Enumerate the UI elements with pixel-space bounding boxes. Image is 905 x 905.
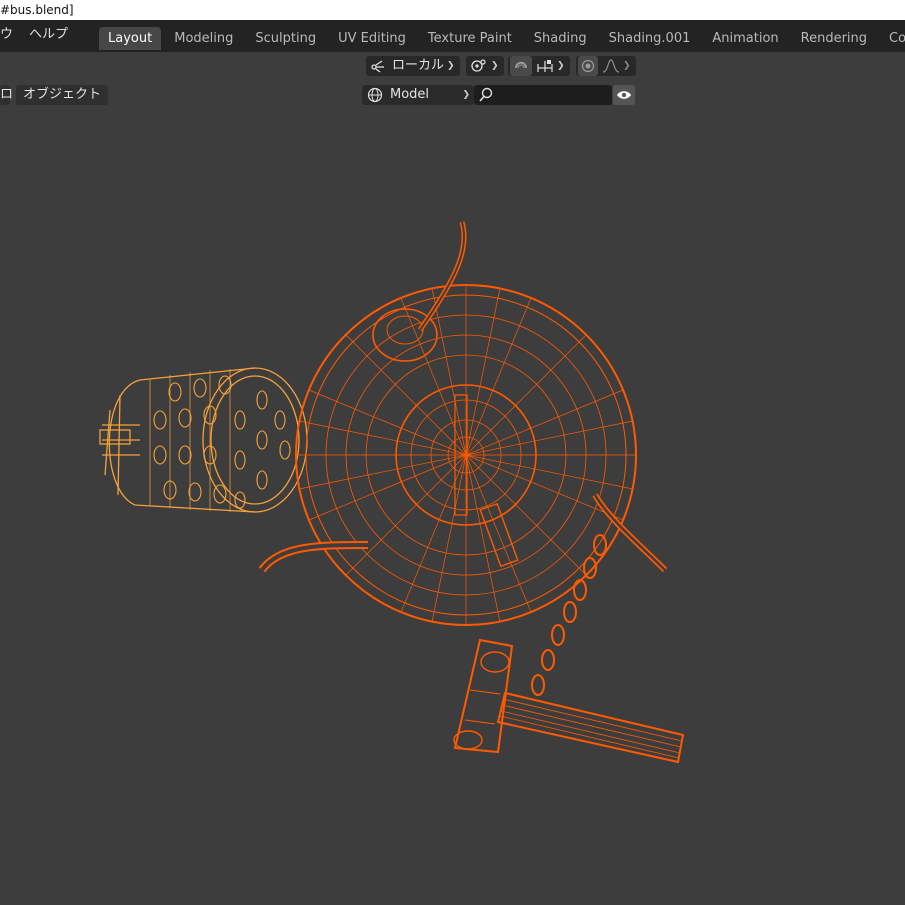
wireframe-scene [99, 221, 685, 764]
tab-rendering[interactable]: Rendering [792, 27, 876, 50]
pivot-icon [470, 58, 488, 74]
chevron-down-icon: ❯ [462, 90, 470, 100]
display-mode-dropdown[interactable]: Model ❯ [362, 85, 474, 105]
snap-toggle-group[interactable]: ❯ [508, 56, 570, 76]
eye-icon [616, 89, 632, 101]
snap-increment-icon[interactable] [536, 59, 554, 73]
chevron-down-icon: ❯ [623, 61, 631, 71]
viewport-header: ローカル ❯ ❯ ❯ ❯ ロ オブジェクト Model ❯ [0, 52, 905, 112]
tab-shading-001[interactable]: Shading.001 [600, 27, 700, 50]
window-menu[interactable]: ウ [0, 20, 21, 52]
outliner-search-input[interactable] [474, 85, 612, 105]
tab-uv-editing[interactable]: UV Editing [329, 27, 415, 50]
proportional-edit-icon[interactable] [578, 56, 598, 76]
window-title-bar: #bus.blend] [0, 0, 905, 20]
search-icon [478, 87, 494, 103]
globe-icon [366, 87, 384, 103]
tab-shading[interactable]: Shading [525, 27, 596, 50]
tab-animation[interactable]: Animation [703, 27, 787, 50]
snap-magnet-icon[interactable] [510, 56, 532, 76]
tab-layout[interactable]: Layout [99, 26, 162, 50]
transform-orientation-dropdown[interactable]: ローカル ❯ [366, 56, 460, 76]
cylinder-cage-object[interactable] [99, 367, 308, 513]
tab-sculpting[interactable]: Sculpting [246, 27, 325, 50]
object-menu-label: オブジェクト [23, 87, 102, 102]
tab-texture-paint[interactable]: Texture Paint [419, 27, 521, 50]
chevron-down-icon: ❯ [491, 61, 499, 71]
top-menubar: ウ ヘルプ Layout Modeling Sculpting UV Editi… [0, 20, 905, 52]
orientation-label: ローカル [392, 58, 445, 73]
display-mode-label: Model [390, 87, 430, 102]
view-menu[interactable]: ロ [0, 85, 14, 105]
falloff-curve-icon[interactable] [602, 59, 620, 73]
proportional-edit-group[interactable]: ❯ [576, 56, 636, 76]
orientation-icon [370, 59, 388, 73]
mallet-object[interactable] [453, 638, 685, 764]
chevron-down-icon: ❯ [447, 61, 455, 71]
chevron-down-icon: ❯ [557, 61, 565, 71]
3d-viewport[interactable] [0, 112, 905, 905]
round-shield-object[interactable] [258, 221, 668, 626]
chain-object[interactable] [531, 534, 607, 696]
tab-modeling[interactable]: Modeling [165, 27, 242, 50]
help-menu[interactable]: ヘルプ [21, 20, 76, 52]
window-title: #bus.blend] [0, 3, 74, 17]
pivot-point-dropdown[interactable]: ❯ [466, 56, 504, 76]
object-menu[interactable]: オブジェクト [16, 85, 108, 105]
view-menu-label: ロ [0, 87, 14, 102]
visibility-toggle[interactable] [613, 85, 635, 105]
tab-compositing[interactable]: Com [880, 27, 905, 50]
